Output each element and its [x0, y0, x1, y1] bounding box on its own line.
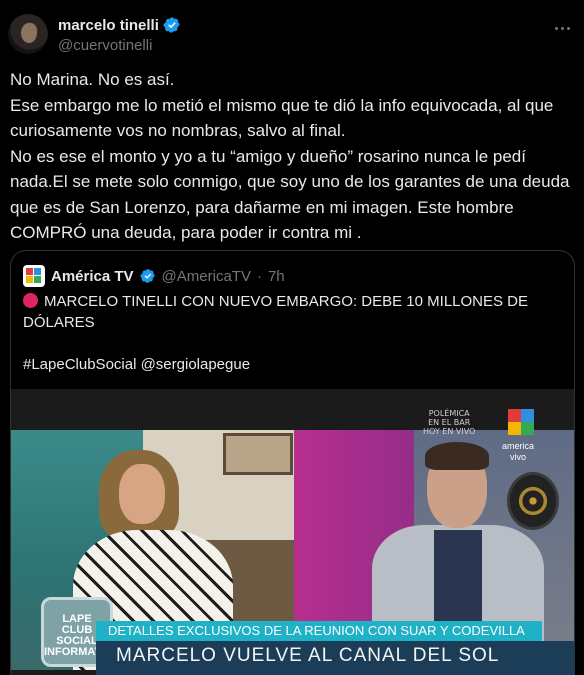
- america-tv-avatar[interactable]: [23, 265, 45, 287]
- quote-verified-badge-icon: [140, 269, 155, 283]
- video-bottom-banner: MARCELO VUELVE AL CANAL DEL SOL: [96, 641, 574, 675]
- red-circle-icon: [23, 293, 38, 308]
- quote-headline: MARCELO TINELLI CON NUEVO EMBARGO: DEBE …: [23, 293, 533, 331]
- video-thumbnail[interactable]: POLÉMICA EN EL BAR HOY EN VIVO america v…: [11, 389, 574, 675]
- quote-handle[interactable]: @AmericaTV: [162, 268, 251, 285]
- dartboard-icon: [507, 472, 559, 530]
- america-logo-icon: [508, 409, 534, 435]
- quote-timestamp[interactable]: 7h: [268, 268, 285, 285]
- tweet-text: No Marina. No es así. Ese embargo me lo …: [10, 70, 570, 242]
- quote-text: MARCELO TINELLI CON NUEVO EMBARGO: DEBE …: [23, 291, 563, 375]
- video-headline-strip: DETALLES EXCLUSIVOS DE LA REUNION CON SU…: [96, 621, 542, 641]
- quoted-tweet[interactable]: América TV @AmericaTV · 7h MARCELO TINEL…: [10, 250, 575, 675]
- channel-label: america vivo: [502, 441, 535, 462]
- more-options-icon[interactable]: [552, 18, 572, 38]
- video-program-label: POLÉMICA EN EL BAR HOY EN VIVO: [423, 409, 476, 436]
- quote-separator: ·: [256, 267, 262, 285]
- quote-hashtags[interactable]: #LapeClubSocial @sergiolapegue: [23, 356, 250, 373]
- author-handle[interactable]: @cuervotinelli: [58, 37, 152, 54]
- quote-display-name[interactable]: América TV: [51, 268, 134, 285]
- verified-badge-icon: [163, 17, 180, 33]
- author-display-name[interactable]: marcelo tinelli: [58, 17, 159, 34]
- author-avatar[interactable]: [8, 14, 48, 54]
- tweet-header: marcelo tinelli @cuervotinelli: [8, 14, 576, 58]
